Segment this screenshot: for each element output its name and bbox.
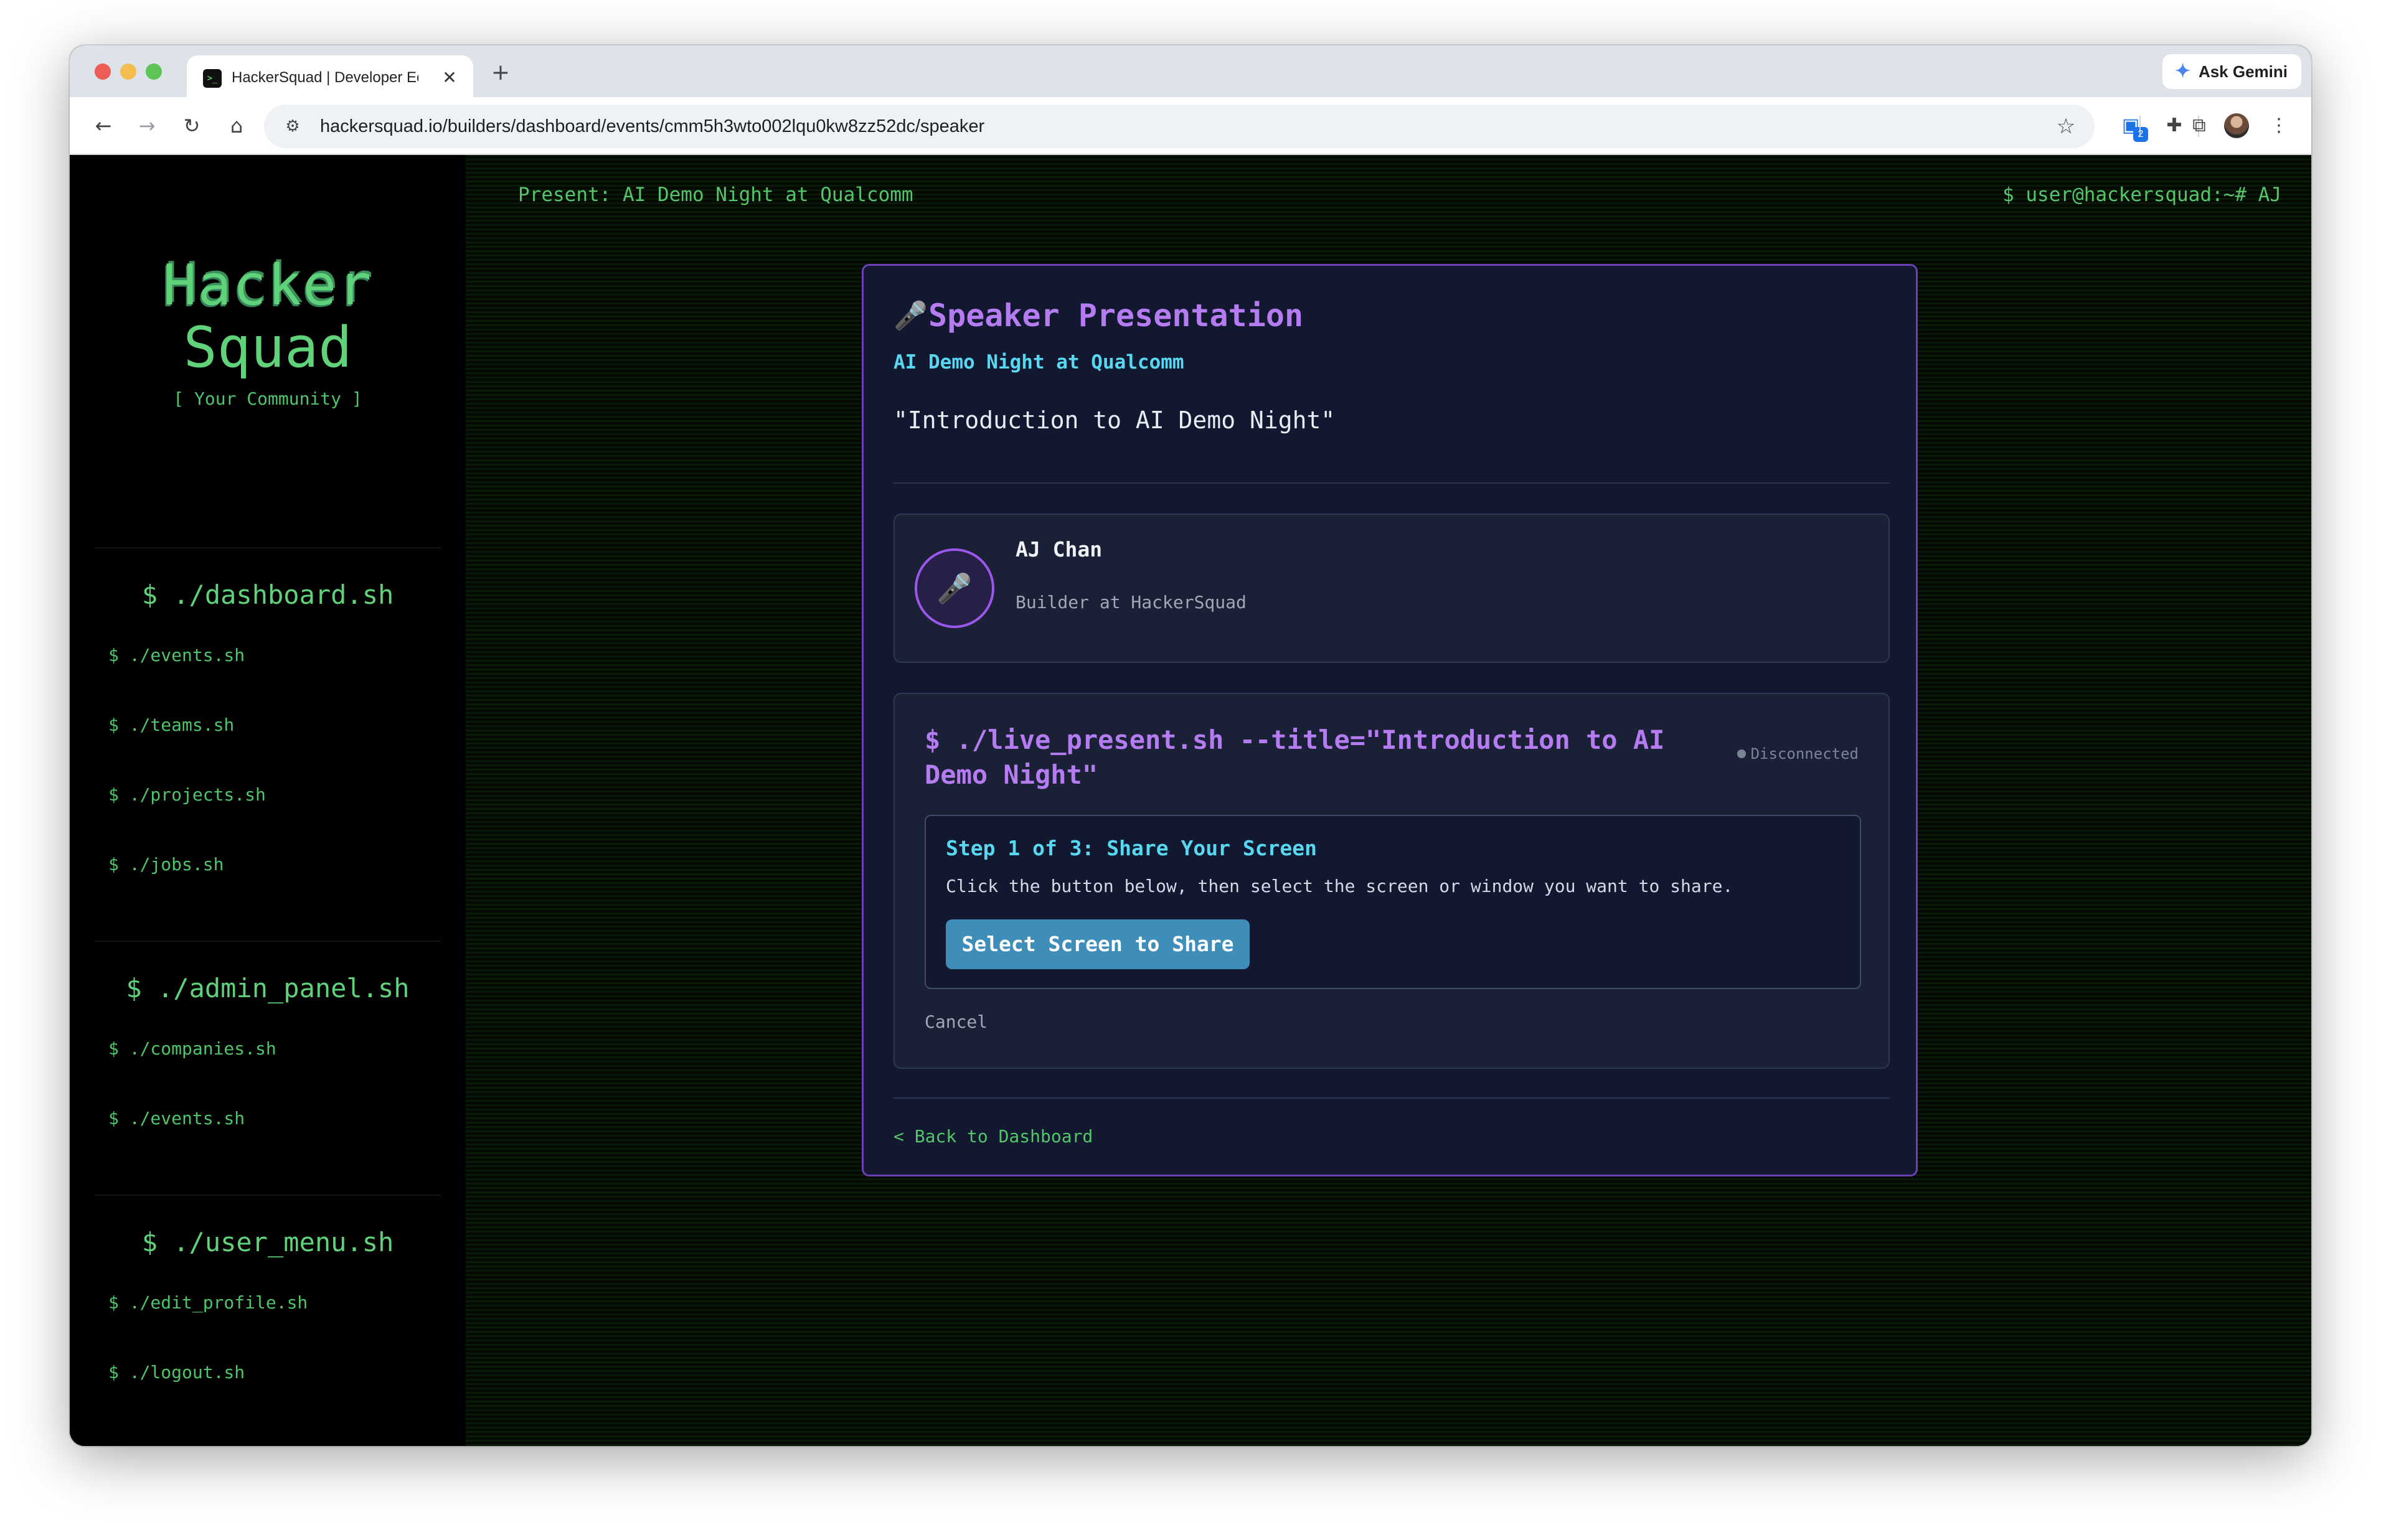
nav-divider xyxy=(95,941,441,942)
select-screen-button[interactable]: Select Screen to Share xyxy=(946,919,1250,969)
user-prompt[interactable]: $ user@hackersquad:~# AJ xyxy=(2002,182,2281,207)
event-name: AI Demo Night at Qualcomm xyxy=(893,351,1184,373)
gemini-sparkle-icon: ✦ xyxy=(2174,61,2191,82)
microphone-icon: 🎤 xyxy=(893,300,928,332)
brand-line-squad: Squad xyxy=(183,315,352,380)
brand-logo[interactable]: Hacker Squad [ Your Community ] xyxy=(70,255,466,410)
speaker-name: AJ Chan xyxy=(1016,537,1103,561)
terminal-favicon-icon: >_ xyxy=(203,69,222,88)
divider xyxy=(893,482,1890,484)
step-panel: Step 1 of 3: Share Your Screen Click the… xyxy=(925,815,1861,989)
browser-toolbar: ← → ↻ ⌂ ⚙ hackersquad.io/builders/dashbo… xyxy=(70,97,2311,155)
cancel-button[interactable]: Cancel xyxy=(925,1010,988,1034)
nav-item-projects[interactable]: $ ./projects.sh xyxy=(108,782,266,807)
connection-status-text: Disconnected xyxy=(1750,745,1859,763)
bookmark-star-icon[interactable]: ☆ xyxy=(2051,111,2081,141)
toolbar-separator xyxy=(2139,116,2141,137)
screen-search-icon[interactable]: ⧉ xyxy=(2184,111,2214,141)
tab-close-icon[interactable]: ✕ xyxy=(438,67,461,89)
speaker-presentation-card: 🎤Speaker Presentation AI Demo Night at Q… xyxy=(862,264,1918,1176)
card-title-text: Speaker Presentation xyxy=(928,298,1304,334)
live-present-panel: $ ./live_present.sh --title="Introductio… xyxy=(893,693,1890,1069)
maximize-window-button[interactable] xyxy=(146,63,162,80)
nav-heading-admin-panel[interactable]: $ ./admin_panel.sh xyxy=(70,972,466,1005)
browser-window: >_ HackerSquad | Developer Eco ✕ + ✦ Ask… xyxy=(70,45,2311,1446)
main-content: Present: AI Demo Night at Qualcomm $ use… xyxy=(466,155,2311,1446)
live-present-command: $ ./live_present.sh --title="Introductio… xyxy=(925,725,1665,790)
forward-arrow-icon[interactable]: → xyxy=(132,111,162,141)
connection-status-badge: Disconnected xyxy=(1737,744,1859,764)
speaker-role: Builder at HackerSquad xyxy=(1016,592,1247,613)
site-settings-icon[interactable]: ⚙ xyxy=(278,111,308,141)
nav-heading-dashboard[interactable]: $ ./dashboard.sh xyxy=(70,578,466,612)
step-description: Click the button below, then select the … xyxy=(946,876,1733,896)
page: Hacker Squad [ Your Community ] $ ./dash… xyxy=(70,155,2311,1446)
tab-strip: >_ HackerSquad | Developer Eco ✕ + ✦ Ask… xyxy=(70,45,2311,97)
nav-divider xyxy=(95,547,441,548)
nav-item-admin-events[interactable]: $ ./events.sh xyxy=(108,1106,245,1131)
nav-item-jobs[interactable]: $ ./jobs.sh xyxy=(108,852,224,877)
card-title: 🎤Speaker Presentation xyxy=(893,293,1303,338)
nav-item-logout[interactable]: $ ./logout.sh xyxy=(108,1360,245,1385)
back-arrow-icon[interactable]: ← xyxy=(88,111,118,141)
minimize-window-button[interactable] xyxy=(120,63,136,80)
kebab-menu-icon[interactable]: ⋮ xyxy=(2264,111,2294,141)
profile-avatar[interactable] xyxy=(2224,113,2249,138)
sidebar: Hacker Squad [ Your Community ] $ ./dash… xyxy=(70,155,466,1446)
nav-item-companies[interactable]: $ ./companies.sh xyxy=(108,1036,276,1061)
nav-item-edit-profile[interactable]: $ ./edit_profile.sh xyxy=(108,1290,308,1315)
extension-badge: 2 xyxy=(2133,127,2148,142)
brand-tagline: [ Your Community ] xyxy=(173,388,362,409)
address-bar[interactable]: ⚙ hackersquad.io/builders/dashboard/even… xyxy=(264,105,2095,148)
speaker-avatar-microphone-icon: 🎤 xyxy=(915,548,994,628)
ask-gemini-label: Ask Gemini xyxy=(2198,62,2288,81)
nav-item-teams[interactable]: $ ./teams.sh xyxy=(108,713,234,738)
browser-tab-active[interactable]: >_ HackerSquad | Developer Eco ✕ xyxy=(187,55,473,97)
reload-icon[interactable]: ↻ xyxy=(177,111,207,141)
ask-gemini-button[interactable]: ✦ Ask Gemini xyxy=(2162,54,2301,89)
nav-item-events[interactable]: $ ./events.sh xyxy=(108,643,245,668)
tab-groups-extension-icon[interactable]: ▣ 2 xyxy=(2116,111,2148,142)
present-breadcrumb: Present: AI Demo Night at Qualcomm xyxy=(518,184,913,206)
back-to-dashboard-link[interactable]: < Back to Dashboard xyxy=(893,1125,1093,1148)
status-dot-icon xyxy=(1737,749,1746,758)
speaker-info-box: 🎤 AJ Chan Builder at HackerSquad xyxy=(893,514,1890,663)
tab-title: HackerSquad | Developer Eco xyxy=(232,69,418,86)
step-title: Step 1 of 3: Share Your Screen xyxy=(946,836,1318,860)
close-window-button[interactable] xyxy=(95,63,111,80)
home-icon[interactable]: ⌂ xyxy=(222,111,252,141)
nav-divider xyxy=(95,1195,441,1196)
divider xyxy=(893,1097,1890,1099)
new-tab-button[interactable]: + xyxy=(487,59,514,87)
talk-title: "Introduction to AI Demo Night" xyxy=(893,406,1336,434)
nav-heading-user-menu[interactable]: $ ./user_menu.sh xyxy=(70,1226,466,1259)
url-text[interactable]: hackersquad.io/builders/dashboard/events… xyxy=(320,105,984,148)
brand-line-hacker: Hacker xyxy=(163,253,373,318)
